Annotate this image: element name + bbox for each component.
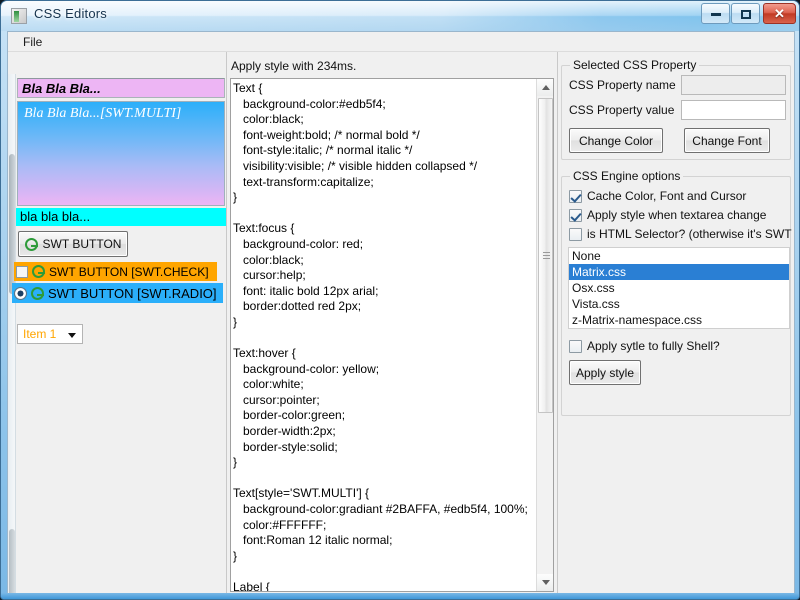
selected-property-group: Selected CSS Property CSS Property name …: [561, 65, 791, 160]
app-icon: [11, 8, 27, 24]
checkbox-cache-color-font-cursor[interactable]: Cache Color, Font and Cursor: [569, 189, 746, 203]
css-engine-options-group: CSS Engine options Cache Color, Font and…: [561, 176, 791, 416]
change-color-button[interactable]: Change Color: [569, 128, 663, 153]
css-source-text[interactable]: Text { background-color:#edb5f4; color:b…: [233, 81, 535, 592]
window-title: CSS Editors: [34, 6, 107, 21]
apply-style-button[interactable]: Apply style: [569, 360, 641, 385]
scroll-up-icon[interactable]: [537, 79, 554, 96]
scroll-down-icon[interactable]: [537, 574, 554, 591]
swt-check-button-label: SWT BUTTON [SWT.CHECK]: [49, 265, 209, 279]
client-area: File Bla Bla Bla... Bla Bla Bla...[SWT.M…: [7, 31, 795, 595]
checkbox-icon[interactable]: [569, 209, 582, 222]
swt-push-button-label: SWT BUTTON: [43, 237, 122, 251]
property-name-label: CSS Property name: [569, 78, 676, 92]
checkbox-icon[interactable]: [569, 340, 582, 353]
css-textarea[interactable]: Text { background-color:#edb5f4; color:b…: [230, 78, 554, 592]
swt-combo-box[interactable]: Item 1: [17, 324, 83, 344]
list-item[interactable]: Matrix.css: [569, 264, 789, 280]
close-button[interactable]: ✕: [763, 3, 796, 24]
checkbox-apply-style-on-change[interactable]: Apply style when textarea change: [569, 208, 766, 222]
chevron-down-icon[interactable]: [68, 333, 76, 338]
css-editor-panel: Apply style with 234ms. Text { backgroun…: [227, 53, 557, 595]
swt-check-button[interactable]: SWT BUTTON [SWT.CHECK]: [14, 262, 217, 281]
swt-radio-button-label: SWT BUTTON [SWT.RADIO]: [48, 286, 217, 301]
swt-g-icon: [31, 287, 44, 300]
window-bottom-strip: [1, 593, 800, 599]
radio-icon[interactable]: [14, 287, 27, 300]
checkbox-icon[interactable]: [569, 228, 582, 241]
property-value-label: CSS Property value: [569, 103, 674, 117]
css-options-panel: Selected CSS Property CSS Property name …: [558, 53, 794, 595]
apply-status-text: Apply style with 234ms.: [231, 59, 356, 73]
application-window: CSS Editors ✕ File Bla Bla Bla... Bla Bl…: [0, 0, 800, 600]
swt-radio-button[interactable]: SWT BUTTON [SWT.RADIO]: [12, 283, 223, 303]
widget-preview-panel: Bla Bla Bla... Bla Bla Bla...[SWT.MULTI]…: [8, 53, 226, 595]
checkbox-label: Apply sytle to fully Shell?: [587, 339, 720, 353]
swt-g-icon: [32, 265, 45, 278]
swt-g-icon: [25, 238, 38, 251]
css-editor-scrollbar-thumb[interactable]: [538, 98, 553, 413]
menu-bar: File: [8, 32, 794, 52]
single-line-text-input[interactable]: Bla Bla Bla...: [17, 78, 225, 98]
maximize-button[interactable]: [731, 3, 760, 24]
selected-property-group-title: Selected CSS Property: [570, 58, 699, 72]
multi-line-text-input[interactable]: Bla Bla Bla...[SWT.MULTI]: [17, 101, 225, 206]
property-value-input[interactable]: [681, 100, 786, 120]
checkbox-icon[interactable]: [16, 266, 28, 278]
change-font-button[interactable]: Change Font: [684, 128, 770, 153]
maximize-icon: [732, 7, 759, 21]
css-file-list[interactable]: None Matrix.css Osx.css Vista.css z-Matr…: [568, 247, 790, 329]
list-item[interactable]: None: [569, 248, 789, 264]
checkbox-label: Apply style when textarea change: [587, 208, 766, 222]
swt-push-button[interactable]: SWT BUTTON: [18, 231, 128, 257]
minimize-button[interactable]: [701, 3, 730, 24]
combo-selected-value: Item 1: [23, 327, 56, 341]
css-engine-options-title: CSS Engine options: [570, 169, 683, 183]
checkbox-label: is HTML Selector? (otherwise it's SWT Se…: [587, 227, 793, 241]
property-name-input[interactable]: [681, 75, 786, 95]
list-item[interactable]: z-Matrix-namespace.css: [569, 312, 789, 328]
list-item[interactable]: Vista.css: [569, 296, 789, 312]
preview-label: bla bla bla...: [16, 208, 226, 226]
menu-item-file[interactable]: File: [16, 34, 49, 50]
list-item[interactable]: Osx.css: [569, 280, 789, 296]
minimize-icon: [702, 7, 729, 21]
checkbox-apply-style-to-shell[interactable]: Apply sytle to fully Shell?: [569, 339, 720, 353]
checkbox-label: Cache Color, Font and Cursor: [587, 189, 746, 203]
left-scrollbar-thumb-lower[interactable]: [9, 529, 15, 595]
css-editor-scrollbar[interactable]: [536, 79, 553, 591]
title-bar: CSS Editors ✕: [1, 1, 800, 31]
left-panel-scrollbar[interactable]: [8, 74, 16, 595]
checkbox-is-html-selector[interactable]: is HTML Selector? (otherwise it's SWT Se…: [569, 227, 793, 241]
checkbox-icon[interactable]: [569, 190, 582, 203]
close-icon: ✕: [764, 7, 795, 21]
